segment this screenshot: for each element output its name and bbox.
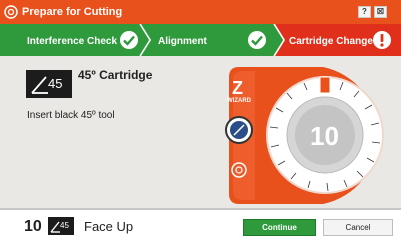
- cartridge-box-label: 45: [48, 76, 63, 91]
- step-interference-check[interactable]: Interference Check: [27, 36, 117, 47]
- app-logo-icon: [4, 5, 18, 19]
- cartridge-45-small-icon: 45: [48, 217, 74, 235]
- wizard-logo: Z: [232, 78, 243, 98]
- cartridge-instruction: Insert black 45º tool: [27, 110, 115, 121]
- wizard-device-illustration: Z WIZARD 10: [215, 63, 390, 213]
- cartridge-count: 10: [24, 218, 42, 235]
- face-up-label: Face Up: [84, 219, 134, 234]
- cancel-button[interactable]: Cancel: [323, 219, 393, 236]
- cartridge-45-icon: 45: [26, 70, 72, 98]
- alert-circle-icon: [373, 31, 391, 49]
- check-circle-icon: [248, 31, 266, 49]
- close-button[interactable]: ☒: [374, 6, 387, 18]
- wizard-label: WIZARD: [227, 98, 251, 104]
- continue-button[interactable]: Continue: [243, 219, 316, 236]
- dial-value: 10: [310, 121, 339, 151]
- step-alignment[interactable]: Alignment: [158, 36, 207, 47]
- title-bar: Prepare for Cutting ? ☒: [0, 0, 401, 24]
- step-progress: Interference Check Alignment Cartridge C…: [0, 24, 401, 56]
- check-circle-icon: [120, 31, 138, 49]
- window-title: Prepare for Cutting: [22, 6, 123, 18]
- step-cartridge-change[interactable]: Cartridge Change: [289, 36, 373, 47]
- help-button[interactable]: ?: [358, 6, 371, 18]
- small-box-label: 45: [60, 221, 69, 230]
- cartridge-title: 45º Cartridge: [78, 68, 153, 82]
